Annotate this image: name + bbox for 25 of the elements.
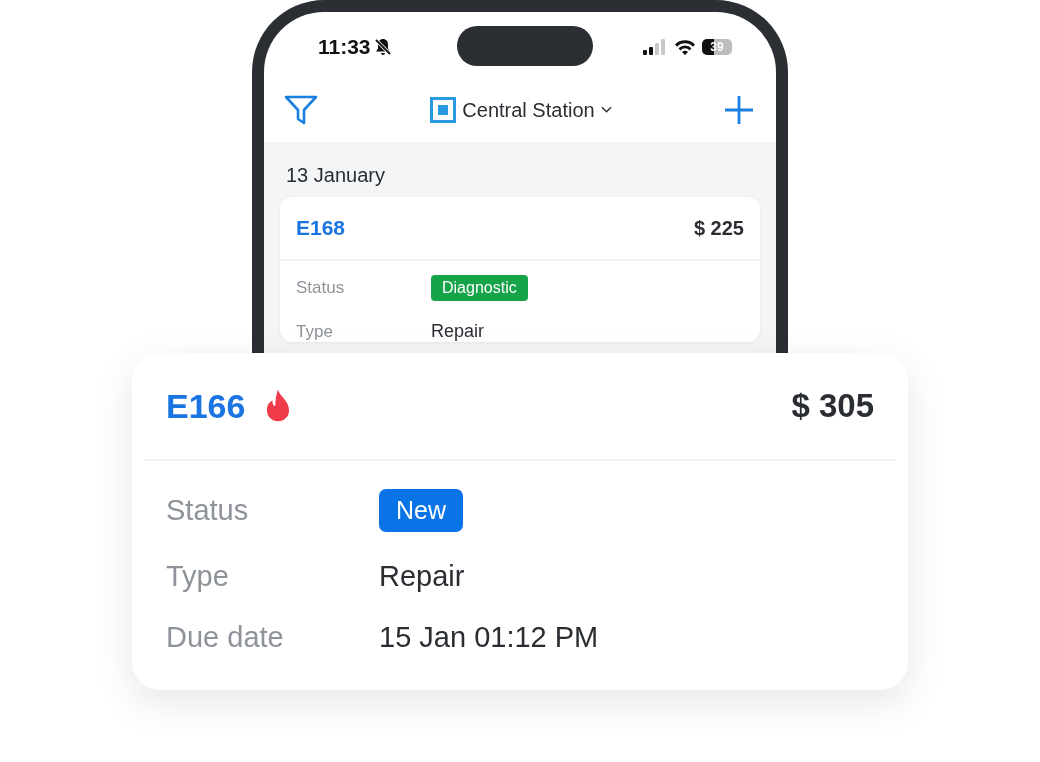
add-icon[interactable] <box>724 95 754 125</box>
filter-icon[interactable] <box>284 94 318 126</box>
order-card[interactable]: E168 $ 225 Status Diagnostic Type Repair <box>280 197 760 342</box>
square-icon <box>430 97 457 123</box>
chevron-down-icon <box>600 106 612 114</box>
field-label: Type <box>296 321 334 342</box>
order-number: E168 <box>296 216 346 240</box>
order-amount: $ 305 <box>791 387 874 425</box>
order-card[interactable]: E166 $ 305 Status New Type Repair Due date 15 Jan 01:12 PM <box>132 353 908 690</box>
order-amount: $ 225 <box>693 216 744 240</box>
clock-time: 11:33 <box>318 35 371 59</box>
field-label: Type <box>166 560 230 593</box>
order-number: E166 <box>166 386 246 426</box>
location-selector[interactable]: Central Station <box>430 97 612 123</box>
field-label: Status <box>166 494 250 527</box>
field-value: Repair <box>431 321 485 342</box>
status-tag: New <box>379 489 463 532</box>
field-label: Due date <box>166 621 285 654</box>
wifi-icon <box>674 39 696 55</box>
date-header: 13 January <box>286 164 386 187</box>
field-value: Repair <box>379 560 465 593</box>
signal-icon <box>642 38 668 56</box>
field-label: Status <box>296 278 346 298</box>
field-value: 15 Jan 01:12 PM <box>379 621 599 654</box>
status-tag: Diagnostic <box>431 275 528 301</box>
